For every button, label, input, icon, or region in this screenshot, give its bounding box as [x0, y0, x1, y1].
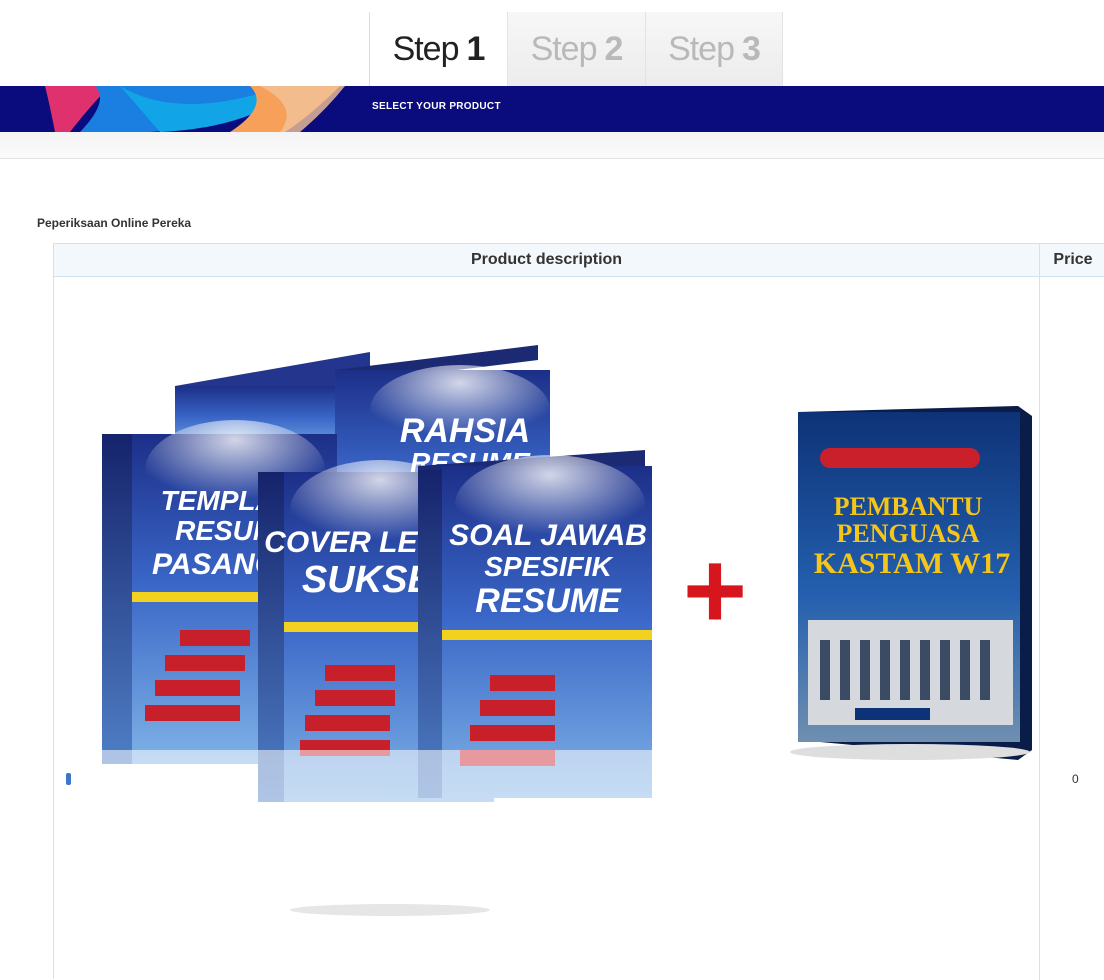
step-number: 3: [742, 29, 761, 68]
step-tabs: Step 1 Step 2 Step 3: [369, 12, 783, 86]
product-bundle-image: RAHSIA RESUME TEMPLATE RESUME PASANG COV…: [90, 345, 1032, 916]
step-tab-1[interactable]: Step 1: [369, 12, 507, 86]
step-number: 1: [466, 29, 486, 68]
step-number: 2: [604, 29, 624, 68]
bonus-book-pembantu-penguasa-kastam: PEMBANTU PENGUASA KASTAM W17: [790, 406, 1032, 760]
banner-shadow: [0, 132, 1104, 159]
book-soal-title-1: SOAL JAWAB: [449, 519, 647, 552]
table-header: Product description Price: [54, 244, 1104, 277]
book-soal-jawab-spesifik-resume: SOAL JAWAB SPESIFIK RESUME: [418, 450, 652, 798]
step-word: Step: [530, 29, 598, 68]
bonus-book-title-2: PENGUASA: [836, 519, 979, 548]
bonus-book-title-3: KASTAM W17: [814, 547, 1010, 580]
section-title: Peperiksaan Online Pereka: [37, 216, 192, 230]
header-description: Product description: [470, 251, 623, 268]
banner-subtitle: SELECT YOUR PRODUCT: [372, 101, 501, 112]
step-tab-3[interactable]: Step 3: [645, 12, 783, 86]
step-tab-2[interactable]: Step 2: [507, 12, 645, 86]
book-soal-title-2: SPESIFIK: [484, 551, 613, 582]
step-word: Step: [392, 29, 460, 68]
banner-swoosh-graphic: [45, 86, 345, 132]
plus-icon: +: [683, 529, 747, 652]
header-banner: SELECT YOUR PRODUCT: [0, 86, 1104, 132]
step-word: Step: [668, 29, 735, 68]
bonus-book-title-1: PEMBANTU: [834, 492, 983, 521]
book-soal-title-3: RESUME: [475, 582, 622, 620]
book-rahsia-title-1: RAHSIA: [400, 412, 530, 450]
header-price: Price: [1039, 244, 1104, 276]
